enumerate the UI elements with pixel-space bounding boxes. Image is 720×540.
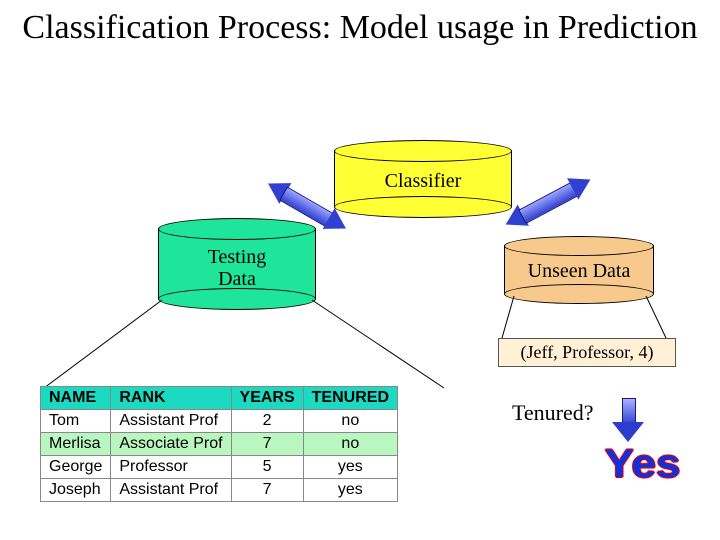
table-cell: 2: [231, 410, 303, 433]
table-cell: George: [41, 456, 111, 479]
table-cell: Professor: [111, 456, 231, 479]
slide-title: Classification Process: Model usage in P…: [0, 8, 720, 47]
table-header-row: NAME RANK YEARS TENURED: [41, 387, 398, 410]
table-cell: Assistant Prof: [111, 479, 231, 502]
testing-data-node: Testing Data: [158, 218, 316, 308]
table-row: GeorgeProfessor5yes: [41, 456, 398, 479]
col-years: YEARS: [231, 387, 303, 410]
unseen-data-node: Unseen Data: [504, 236, 654, 302]
arrow-down-to-answer: [614, 398, 642, 442]
table-cell: 7: [231, 433, 303, 456]
table-cell: Associate Prof: [111, 433, 231, 456]
table-cell: Tom: [41, 410, 111, 433]
table-cell: Joseph: [41, 479, 111, 502]
col-rank: RANK: [111, 387, 231, 410]
example-tuple: (Jeff, Professor, 4): [498, 338, 676, 367]
table-cell: Merlisa: [41, 433, 111, 456]
question-text: Tenured?: [512, 400, 594, 426]
table-cell: 7: [231, 479, 303, 502]
classifier-node: Classifier: [334, 140, 512, 216]
testing-data-table: NAME RANK YEARS TENURED TomAssistant Pro…: [40, 386, 398, 502]
testing-data-label: Testing Data: [158, 246, 316, 290]
table-cell: no: [303, 433, 397, 456]
table-cell: yes: [303, 479, 397, 502]
col-tenured: TENURED: [303, 387, 397, 410]
table-cell: Assistant Prof: [111, 410, 231, 433]
classifier-label: Classifier: [334, 170, 512, 192]
table-row: JosephAssistant Prof7yes: [41, 479, 398, 502]
table-cell: yes: [303, 456, 397, 479]
table-row: TomAssistant Prof2no: [41, 410, 398, 433]
col-name: NAME: [41, 387, 111, 410]
table-cell: 5: [231, 456, 303, 479]
table-row: MerlisaAssociate Prof7no: [41, 433, 398, 456]
answer-text: Yes: [605, 442, 681, 487]
unseen-data-label: Unseen Data: [504, 260, 654, 282]
table-cell: no: [303, 410, 397, 433]
